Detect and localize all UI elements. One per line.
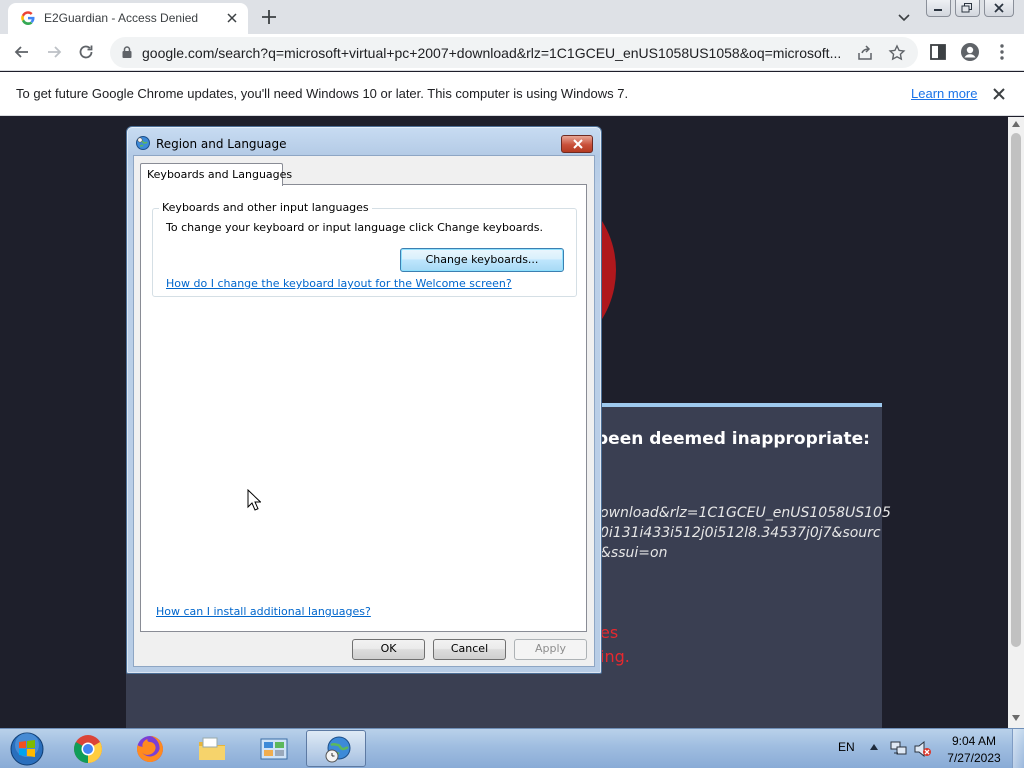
taskbar-chrome[interactable] [58,730,118,767]
blocked-url-line: &ssui=on [600,545,668,561]
clock-time[interactable]: 9:04 AM [944,734,1004,748]
scroll-down-arrow-icon[interactable] [1012,715,1020,721]
lock-icon[interactable] [120,45,134,59]
firefox-icon [136,736,163,762]
window-close-button[interactable] [983,0,1014,17]
scroll-up-arrow-icon[interactable] [1012,121,1020,127]
taskbar-firefox[interactable] [120,730,180,767]
network-icon[interactable] [890,741,908,757]
windows-logo-icon [10,732,44,766]
profile-avatar-icon[interactable] [960,42,980,62]
taskbar-control-panel[interactable] [244,730,304,767]
chrome-icon [74,735,102,763]
blocked-url-line: ownload&rlz=1C1GCEU_enUS1058US105 [600,505,891,521]
start-button[interactable] [8,731,46,767]
change-keyboards-button[interactable]: Change keyboards... [400,248,564,272]
share-icon[interactable] [856,44,874,62]
folder-icon [199,737,225,760]
update-infobar: To get future Google Chrome updates, you… [0,72,1024,116]
group-label: Keyboards and other input languages [159,201,372,214]
dialog-body: Keyboards and Languages Keyboards and ot… [133,155,595,667]
tab-title: E2Guardian - Access Denied [44,11,199,25]
bookmark-star-icon[interactable] [888,44,906,62]
side-panel-icon[interactable] [928,42,948,62]
minimize-button[interactable] [926,0,951,17]
forward-arrow-icon[interactable] [44,42,64,62]
show-desktop-button[interactable] [1012,729,1024,768]
learn-more-link[interactable]: Learn more [911,86,977,101]
install-languages-link[interactable]: How can I install additional languages? [156,605,371,618]
dialog-title: Region and Language [156,137,287,151]
tab-label: Keyboards and Languages [147,168,293,181]
windows-taskbar: EN 9:04 AM 7/27/2023 [0,728,1024,768]
new-tab-icon[interactable] [260,8,278,26]
tab-search-chevron-icon[interactable] [896,9,912,25]
restore-button[interactable] [954,0,980,17]
blocked-url-line: 0i131i433i512j0i512l8.34537j0j7&sourc [600,525,881,541]
back-arrow-icon[interactable] [12,42,32,62]
input-language-indicator[interactable]: EN [838,740,855,754]
keyboard-layout-help-link[interactable]: How do I change the keyboard layout for … [166,277,512,290]
blocked-heading: been deemed inappropriate: [596,429,870,449]
infobar-close-icon[interactable] [992,87,1006,101]
blocked-reason-line: es [600,623,619,642]
apply-button[interactable]: Apply [514,639,587,660]
globe-clock-icon [325,736,351,763]
control-panel-icon [260,738,288,760]
dialog-close-button[interactable] [561,135,593,153]
tab-keyboards-and-languages[interactable]: Keyboards and Languages [140,163,292,186]
group-description: To change your keyboard or input languag… [166,221,543,234]
ok-button[interactable]: OK [352,639,425,660]
clock-date[interactable]: 7/27/2023 [944,751,1004,765]
taskbar-region-language[interactable] [306,730,366,767]
tab-page: Keyboards and other input languages To c… [140,184,587,632]
browser-tab[interactable]: E2Guardian - Access Denied [8,3,248,34]
region-language-dialog: Region and Language Keyboards and Langua… [126,126,602,674]
url-text[interactable]: google.com/search?q=microsoft+virtual+pc… [142,45,842,61]
globe-clock-icon [135,135,151,151]
close-icon [573,139,583,149]
close-tab-icon[interactable] [224,10,240,26]
window-controls [926,0,1018,18]
mouse-cursor-icon [247,489,261,511]
cancel-button[interactable]: Cancel [433,639,506,660]
infobar-message: To get future Google Chrome updates, you… [16,86,629,101]
chrome-menu-icon[interactable] [992,42,1012,62]
google-favicon-icon [20,10,36,26]
reload-icon[interactable] [76,42,96,62]
volume-muted-icon[interactable] [914,741,932,757]
scrollbar-thumb[interactable] [1011,133,1021,647]
keyboards-group-box: Keyboards and other input languages To c… [152,201,577,297]
browser-toolbar: google.com/search?q=microsoft+virtual+pc… [0,34,1024,71]
taskbar-explorer[interactable] [182,730,242,767]
tab-strip: E2Guardian - Access Denied [0,0,1024,34]
page-scrollbar[interactable] [1008,117,1024,728]
blocked-reason-line: ing. [600,647,630,666]
show-hidden-icons-icon[interactable] [870,744,878,750]
address-bar[interactable]: google.com/search?q=microsoft+virtual+pc… [110,37,918,68]
